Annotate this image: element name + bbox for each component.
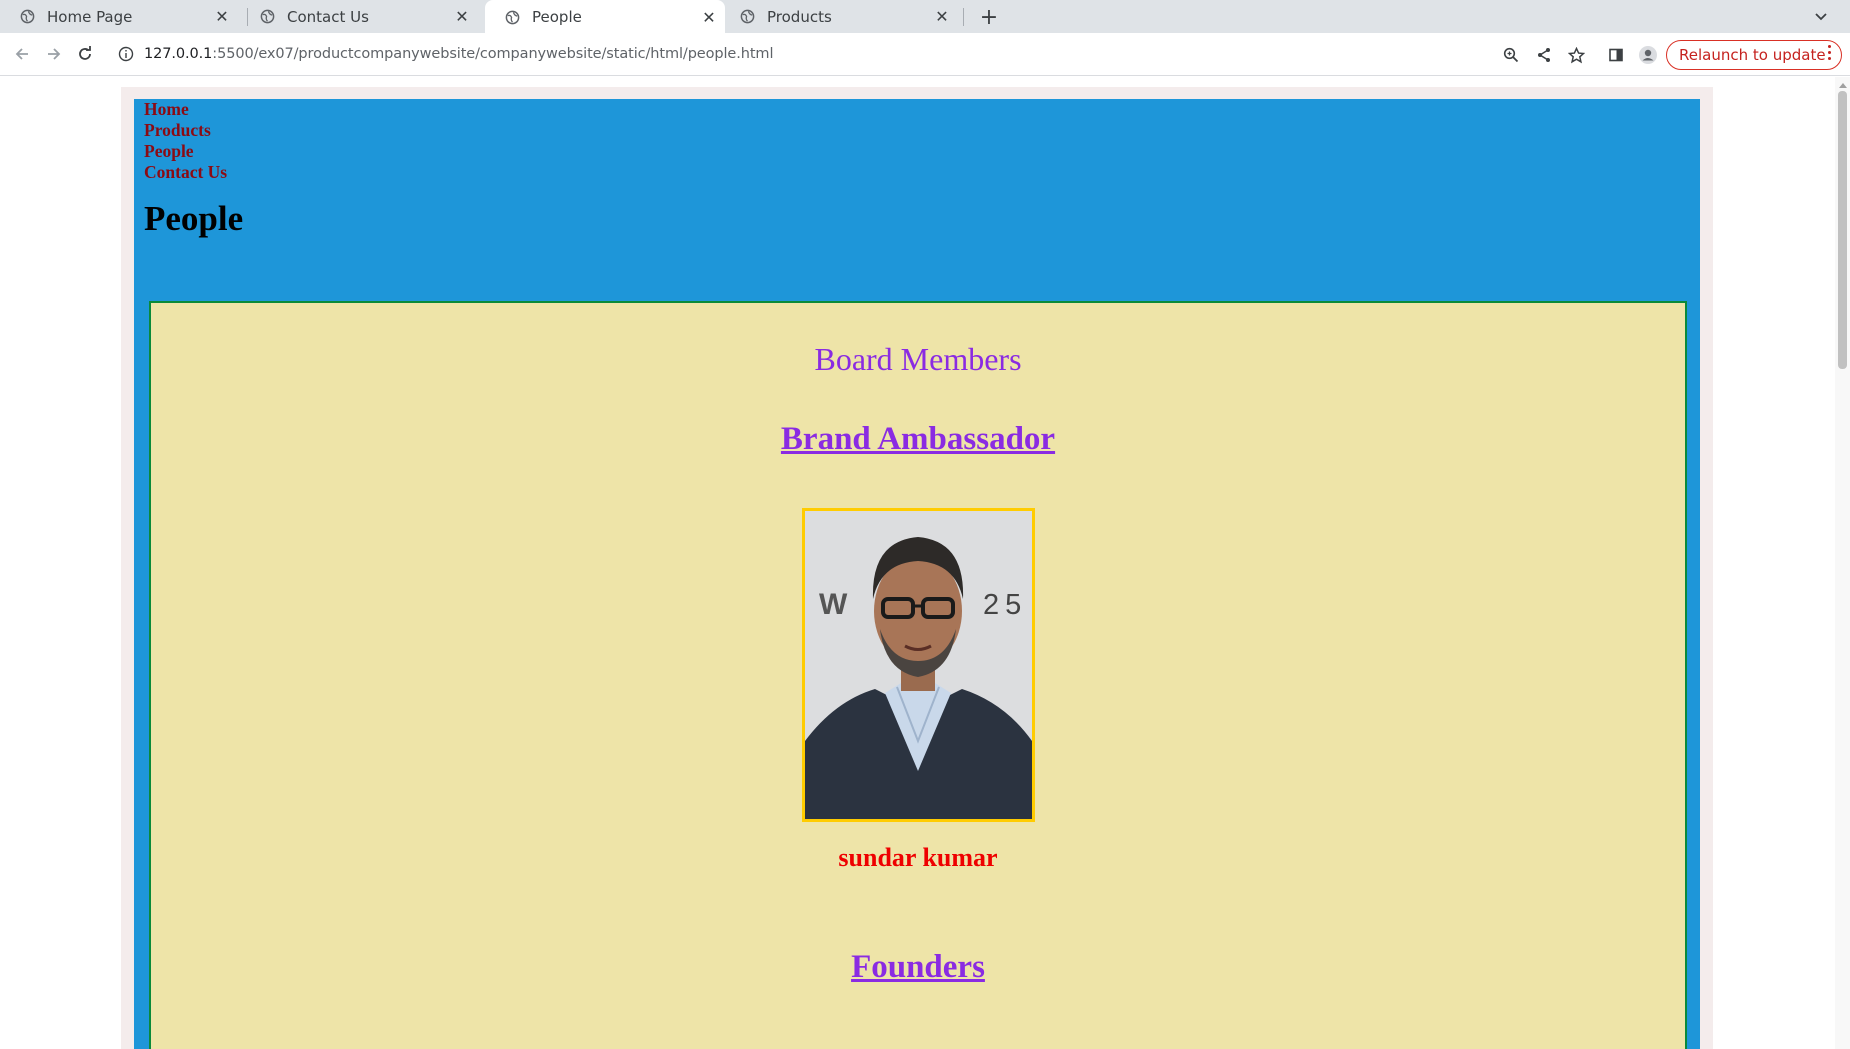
new-tab-button[interactable]: + xyxy=(976,4,1002,30)
side-panel-icon xyxy=(1609,48,1623,62)
avatar-icon xyxy=(1639,46,1657,64)
zoom-icon xyxy=(1503,47,1519,63)
arrow-left-icon xyxy=(15,48,28,60)
url-path: :5500/ex07/productcompanywebsite/company… xyxy=(212,46,774,62)
chevron-down-icon xyxy=(1815,13,1827,21)
tab-home-page[interactable]: Home Page ✕ xyxy=(0,0,238,33)
scroll-up-arrow-icon[interactable] xyxy=(1839,83,1847,88)
page-header: Home Products People Contact Us People B… xyxy=(134,99,1700,1049)
tab-title: Home Page xyxy=(47,7,133,26)
scrollbar-thumb[interactable] xyxy=(1838,91,1847,369)
zoom-button[interactable] xyxy=(1498,42,1524,68)
ambassador-photo: W 25 xyxy=(802,508,1035,822)
reload-button[interactable] xyxy=(71,40,99,68)
svg-text:W: W xyxy=(819,588,848,621)
board-members-heading: Board Members xyxy=(814,341,1022,377)
back-button[interactable] xyxy=(8,40,36,68)
nav-link-products[interactable]: Products xyxy=(144,120,227,141)
page-wrapper: Home Products People Contact Us People B… xyxy=(121,87,1713,1049)
brand-ambassador-heading[interactable]: Brand Ambassador xyxy=(151,421,1685,458)
tab-title: People xyxy=(532,8,582,26)
person-name: sundar kumar xyxy=(838,843,998,872)
tab-products[interactable]: Products ✕ xyxy=(720,0,958,33)
nav-link-people[interactable]: People xyxy=(144,141,227,162)
reload-icon xyxy=(79,46,91,60)
tab-title: Products xyxy=(767,7,832,26)
tab-strip: Home Page ✕ Contact Us ✕ People ✕ Produc… xyxy=(0,0,1850,34)
relaunch-label: Relaunch to update xyxy=(1679,46,1826,64)
tab-contact-us[interactable]: Contact Us ✕ xyxy=(240,0,478,33)
globe-icon xyxy=(260,9,275,24)
close-icon[interactable]: ✕ xyxy=(212,7,232,27)
close-icon[interactable]: ✕ xyxy=(452,7,472,27)
page-viewport: Home Products People Contact Us People B… xyxy=(0,77,1835,1049)
nav-link-home[interactable]: Home xyxy=(144,99,227,120)
more-vert-icon xyxy=(1828,45,1832,63)
page-scrollbar[interactable] xyxy=(1835,77,1850,1049)
url-host: 127.0.0.1 xyxy=(144,46,213,62)
side-panel-button[interactable] xyxy=(1603,42,1629,68)
nav-link-contact-us[interactable]: Contact Us xyxy=(144,162,227,183)
star-icon xyxy=(1567,46,1585,63)
relaunch-button[interactable]: Relaunch to update xyxy=(1666,40,1842,70)
arrow-right-icon xyxy=(48,48,61,60)
tab-divider xyxy=(963,8,964,26)
close-icon[interactable]: ✕ xyxy=(932,7,952,27)
info-icon[interactable] xyxy=(118,46,134,62)
people-content: Board Members Brand Ambassador W 25 sund… xyxy=(149,301,1687,1049)
svg-text:25: 25 xyxy=(983,589,1027,621)
tab-people[interactable]: People ✕ xyxy=(485,0,725,34)
founders-heading[interactable]: Founders xyxy=(151,949,1685,986)
close-icon[interactable]: ✕ xyxy=(699,7,719,27)
tab-search-button[interactable] xyxy=(1808,5,1834,29)
globe-icon xyxy=(740,9,755,24)
url-text[interactable]: 127.0.0.1:5500/ex07/productcompanywebsit… xyxy=(144,46,773,62)
share-button[interactable] xyxy=(1531,42,1557,68)
tab-title: Contact Us xyxy=(287,7,369,26)
forward-button[interactable] xyxy=(40,40,68,68)
person-portrait-image: W 25 xyxy=(805,511,1032,819)
site-nav: Home Products People Contact Us xyxy=(144,99,227,183)
globe-icon xyxy=(505,10,520,24)
profile-button[interactable] xyxy=(1635,42,1661,68)
page-title: People xyxy=(144,199,244,238)
globe-icon xyxy=(20,9,35,24)
bookmark-button[interactable] xyxy=(1563,42,1589,68)
browser-toolbar: 127.0.0.1:5500/ex07/productcompanywebsit… xyxy=(0,33,1850,76)
share-icon xyxy=(1538,48,1550,62)
